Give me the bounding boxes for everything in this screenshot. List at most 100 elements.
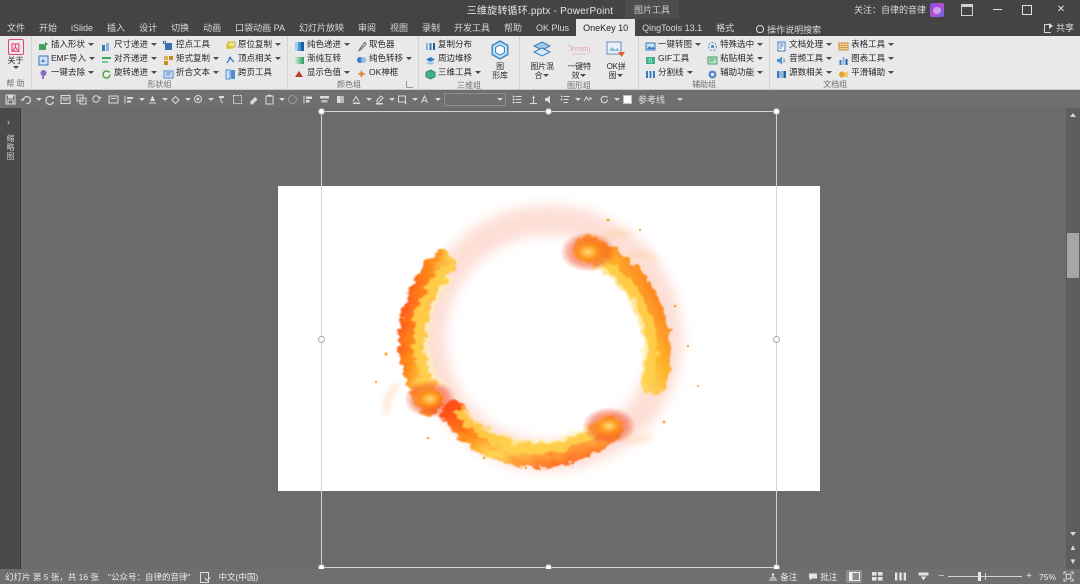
tab-design[interactable]: 设计	[132, 19, 164, 36]
eraser-icon[interactable]	[246, 91, 261, 107]
tab-format[interactable]: 格式	[709, 19, 741, 36]
scroll-down-button[interactable]	[1066, 527, 1080, 541]
chevron-down-icon[interactable]	[411, 97, 418, 101]
zoom-slider[interactable]: − + 75%	[938, 571, 1056, 582]
size-progression-button[interactable]: 尺寸递进	[99, 38, 159, 51]
redo-icon[interactable]	[42, 91, 57, 107]
zoom-thumb[interactable]	[978, 572, 982, 581]
tab-insert[interactable]: 插入	[100, 19, 132, 36]
tab-pocket-animation[interactable]: 口袋动画 PA	[228, 19, 292, 36]
gif-tool-button[interactable]: G GIF工具	[643, 52, 703, 65]
scrollbar-thumb[interactable]	[1067, 233, 1079, 278]
solid-color-progression-button[interactable]: 纯色递进	[292, 38, 352, 51]
chevron-down-icon[interactable]	[613, 97, 620, 101]
next-slide-button[interactable]: ▼	[1066, 555, 1080, 569]
chevron-down-icon[interactable]	[278, 97, 285, 101]
fit-to-window-button[interactable]	[1063, 571, 1074, 582]
numbering-icon[interactable]	[526, 91, 541, 107]
tab-slideshow[interactable]: 幻灯片放映	[292, 19, 351, 36]
tab-review[interactable]: 审阅	[351, 19, 383, 36]
group-icon[interactable]	[230, 91, 245, 107]
bold-icon[interactable]	[333, 91, 348, 107]
document-process-button[interactable]: 文档处理	[774, 38, 834, 52]
save-icon[interactable]	[3, 91, 18, 107]
undo-icon[interactable]	[19, 91, 34, 107]
zoom-level-label[interactable]: 75%	[1036, 572, 1056, 582]
fold-text-button[interactable]: 折合文本	[161, 66, 221, 79]
vertical-scrollbar[interactable]: ▲ ▼	[1066, 108, 1080, 569]
line-spacing-icon[interactable]	[542, 91, 557, 107]
align-object-icon[interactable]	[145, 91, 160, 107]
morph-assist-button[interactable]: 平滑辅助	[836, 66, 896, 79]
zoom-track[interactable]	[948, 572, 1023, 581]
tab-transitions[interactable]: 切换	[164, 19, 196, 36]
scroll-up-button[interactable]	[1066, 108, 1080, 122]
vertex-related-button[interactable]: 顶点相关	[223, 52, 283, 65]
accessibility-button[interactable]: 辅助功能	[705, 66, 765, 79]
zoom-out-button[interactable]: −	[938, 571, 944, 582]
eyedropper-button[interactable]: 取色器	[354, 38, 414, 52]
chevron-down-icon[interactable]	[365, 97, 372, 101]
resize-handle-middle-right[interactable]	[773, 335, 780, 343]
slide-number-status[interactable]: 幻灯片 第 5 张，共 16 张	[5, 571, 99, 583]
rotate-progression-button[interactable]: 旋转递进	[99, 66, 159, 79]
paste-related-button[interactable]: 粘贴相关	[705, 52, 765, 65]
chevron-down-icon[interactable]	[388, 97, 395, 101]
ribbon-display-options-icon[interactable]	[952, 0, 982, 19]
in-place-copy-button[interactable]: 原位复制	[223, 38, 283, 51]
minimize-button[interactable]	[982, 0, 1012, 19]
chevron-down-icon[interactable]	[161, 97, 168, 101]
one-click-to-image-button[interactable]: 一键转图	[643, 38, 703, 51]
normal-view-button[interactable]	[846, 570, 863, 583]
matrix-copy-button[interactable]: 矩式复制	[161, 52, 221, 65]
selection-frame[interactable]	[318, 108, 780, 569]
special-select-button[interactable]: 特殊选中	[705, 38, 765, 51]
gradient-solid-convert-button[interactable]: 渐纯互转	[292, 52, 352, 65]
table-tool-button[interactable]: 表格工具	[836, 38, 896, 51]
source-data-button[interactable]: 源数相关	[774, 66, 834, 79]
tell-me-search[interactable]: 操作说明搜索	[741, 23, 821, 36]
resize-handle-top-right[interactable]	[773, 108, 780, 115]
comments-button[interactable]: 批注	[806, 570, 839, 583]
chevron-down-icon[interactable]	[434, 97, 441, 101]
duplicate-icon[interactable]	[74, 91, 89, 107]
merge-shapes-icon[interactable]	[301, 91, 316, 107]
tab-recording[interactable]: 录制	[415, 19, 447, 36]
font-color-icon[interactable]	[349, 91, 364, 107]
chevron-down-icon[interactable]	[184, 97, 191, 101]
show-color-value-button[interactable]: 显示色值	[292, 66, 352, 79]
tab-qingtools[interactable]: QingTools 13.1	[635, 19, 709, 36]
thumbnail-pane-collapsed[interactable]: › 缩略图	[0, 108, 21, 569]
audio-tool-button[interactable]: 音频工具	[774, 52, 834, 65]
emf-import-button[interactable]: EMF导入	[36, 52, 97, 66]
slide-sorter-icon[interactable]	[58, 91, 73, 107]
slideshow-view-button[interactable]	[915, 570, 931, 583]
resize-handle-middle-left[interactable]	[318, 335, 325, 343]
copy-distribute-button[interactable]: 复制分布	[423, 38, 483, 51]
chevron-down-icon[interactable]	[676, 97, 683, 101]
font-size-icon[interactable]	[418, 91, 433, 107]
divider-line-button[interactable]: 分割线	[643, 66, 703, 79]
language-status[interactable]: 中文(中国)	[219, 571, 259, 583]
expand-thumbnail-pane-chevron-right-icon[interactable]: ›	[7, 118, 10, 127]
font-combo-box[interactable]	[444, 92, 506, 106]
avatar[interactable]	[930, 2, 944, 17]
surround-stack-button[interactable]: 周边堆移	[423, 52, 483, 65]
tab-help[interactable]: 帮助	[497, 19, 529, 36]
chevron-down-icon[interactable]	[207, 97, 214, 101]
picture-blend-button[interactable]: 图片混 合	[524, 38, 560, 80]
tab-animations[interactable]: 动画	[196, 19, 228, 36]
insert-shape-button[interactable]: 插入形状	[36, 38, 97, 51]
animation-painter-icon[interactable]	[90, 91, 105, 107]
tab-onekey-10[interactable]: OneKey 10	[576, 19, 636, 36]
chart-tool-button[interactable]: 图表工具	[836, 52, 896, 65]
color-transfer-button[interactable]: 纯色转移	[354, 52, 414, 65]
close-button[interactable]: ✕	[1042, 0, 1080, 19]
spelling-icon[interactable]	[581, 91, 596, 107]
tab-islide[interactable]: iSlide	[64, 19, 100, 36]
cross-page-tool-button[interactable]: 跨页工具	[223, 66, 283, 80]
dialog-launcher-icon[interactable]	[406, 81, 414, 88]
ok-collage-button[interactable]: OK拼 图	[598, 38, 634, 80]
tab-home[interactable]: 开始	[32, 19, 64, 36]
edit-shape-icon[interactable]	[395, 91, 410, 107]
